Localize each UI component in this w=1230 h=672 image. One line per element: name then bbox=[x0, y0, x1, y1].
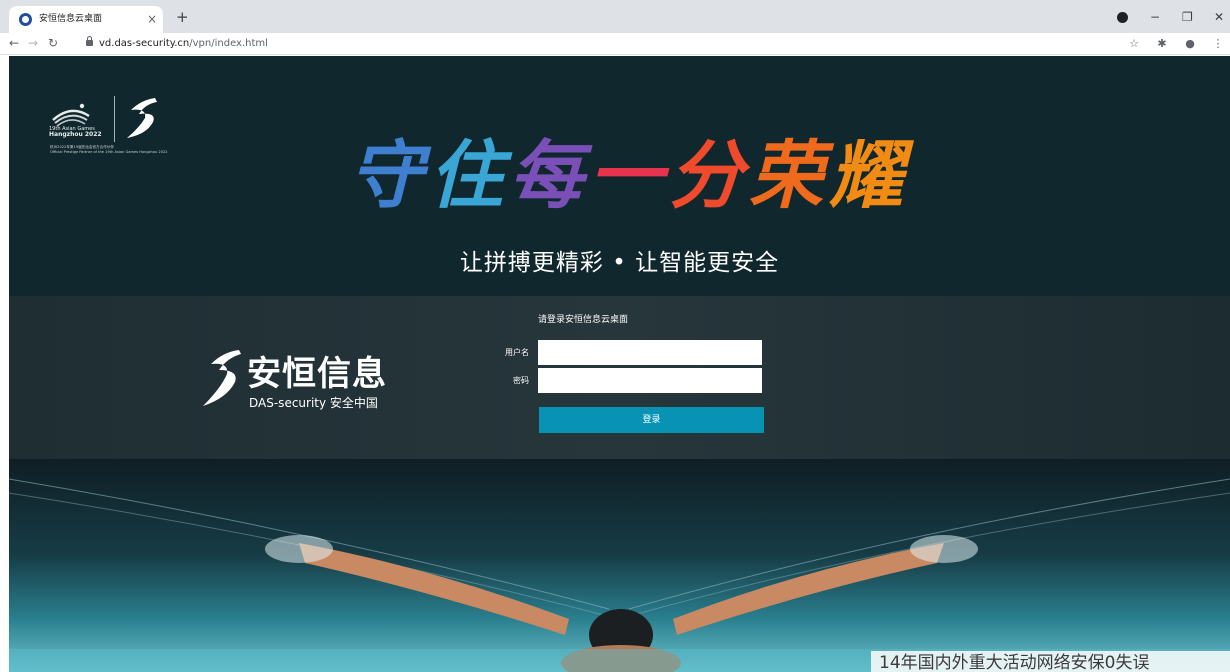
slogan-calligraphy: 守住每一分荣耀 bbox=[349, 126, 909, 226]
slogan-char: 荣 bbox=[749, 133, 823, 219]
partner-logo: 19th Asian Games Hangzhou 2022 杭州2022年第1… bbox=[47, 92, 187, 172]
forward-arrow-icon[interactable]: → bbox=[28, 36, 38, 51]
brand-name: 安恒信息 bbox=[247, 354, 387, 394]
menu-icon[interactable]: ⋮ bbox=[1212, 37, 1224, 51]
das-brand-mark-icon bbox=[203, 350, 241, 406]
tab-search-icon[interactable] bbox=[1117, 11, 1128, 23]
tab-close-icon[interactable]: × bbox=[147, 12, 157, 26]
login-button[interactable]: 登录 bbox=[539, 407, 764, 433]
minimize-icon[interactable]: − bbox=[1150, 10, 1160, 24]
toolbar-actions: ☆ ✱ ● ⋮ bbox=[1112, 36, 1224, 52]
reload-icon[interactable]: ↻ bbox=[48, 36, 58, 51]
site-favicon-icon bbox=[19, 13, 32, 26]
back-arrow-icon[interactable]: ← bbox=[9, 36, 19, 51]
browser-tab[interactable]: 安恒信息云桌面 × bbox=[9, 6, 163, 33]
logo-divider bbox=[114, 96, 115, 142]
password-input[interactable] bbox=[538, 368, 762, 393]
asian-games-emblem-icon bbox=[52, 103, 90, 127]
close-window-icon[interactable]: ✕ bbox=[1214, 10, 1224, 24]
window-controls: − ❐ ✕ bbox=[1117, 9, 1224, 25]
asian-games-name: 19th Asian Games Hangzhou 2022 bbox=[49, 126, 102, 138]
slogan-char: 守 bbox=[349, 133, 423, 219]
browser-tab-bar: 安恒信息云桌面 × + − ❐ ✕ bbox=[0, 0, 1230, 33]
new-tab-button[interactable]: + bbox=[176, 10, 189, 25]
brand-logo: 安恒信息 DAS-security 安全中国 bbox=[199, 346, 399, 418]
restore-icon[interactable]: ❐ bbox=[1182, 10, 1193, 24]
das-s-logo-icon bbox=[127, 98, 157, 138]
lock-icon[interactable] bbox=[86, 36, 93, 46]
slogan-char: 每 bbox=[509, 133, 583, 219]
password-label: 密码 bbox=[513, 376, 529, 385]
address-bar[interactable]: vd.das-security.cn/vpn/index.html bbox=[76, 35, 1174, 53]
username-input[interactable] bbox=[538, 340, 762, 365]
slogan-char: 分 bbox=[669, 133, 743, 219]
extensions-icon[interactable]: ✱ bbox=[1156, 37, 1168, 51]
swimmer-illustration bbox=[9, 478, 1230, 672]
hero-banner: 19th Asian Games Hangzhou 2022 杭州2022年第1… bbox=[9, 56, 1230, 296]
username-label: 用户名 bbox=[505, 348, 529, 357]
partner-caption: 杭州2022年第19届亚运会官方合作伙伴 Official Prestige P… bbox=[50, 145, 168, 154]
profile-icon[interactable]: ● bbox=[1184, 37, 1196, 51]
caption-box: 14年国内外重大活动网络安保0失误 bbox=[871, 651, 1230, 672]
page-content: 19th Asian Games Hangzhou 2022 杭州2022年第1… bbox=[9, 56, 1230, 672]
slogan-char: 一 bbox=[589, 133, 663, 219]
tagline: 让拼搏更精彩 • 让智能更安全 bbox=[459, 250, 780, 276]
star-icon[interactable]: ☆ bbox=[1128, 37, 1140, 51]
login-form: 请登录安恒信息云桌面 用户名 密码 登录 bbox=[489, 312, 789, 452]
login-band: 安恒信息 DAS-security 安全中国 请登录安恒信息云桌面 用户名 密码… bbox=[9, 296, 1230, 459]
tab-title: 安恒信息云桌面 bbox=[39, 14, 103, 24]
browser-toolbar: ← → ↻ vd.das-security.cn/vpn/index.html … bbox=[0, 33, 1230, 55]
login-title: 请登录安恒信息云桌面 bbox=[538, 315, 629, 325]
url-text[interactable]: vd.das-security.cn/vpn/index.html bbox=[99, 37, 268, 51]
achievement-caption: 14年国内外重大活动网络安保0失误 bbox=[879, 653, 1150, 672]
slogan-char: 耀 bbox=[829, 133, 903, 219]
brand-english-name: DAS-security 安全中国 bbox=[249, 396, 378, 410]
swimmer-banner-image: 14年国内外重大活动网络安保0失误 bbox=[9, 459, 1230, 672]
slogan-char: 住 bbox=[429, 133, 503, 219]
